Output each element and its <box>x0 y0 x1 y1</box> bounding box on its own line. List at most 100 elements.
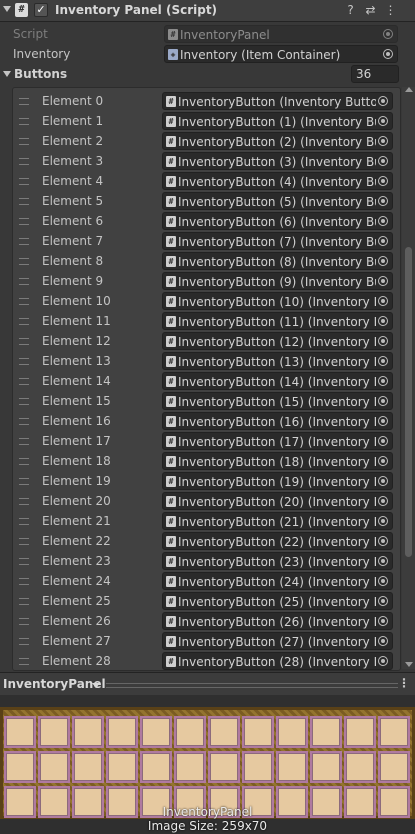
array-element-row[interactable]: Element 3 # InventoryButton (3) (Inventory… <box>13 151 400 171</box>
array-element-row[interactable]: Element 4 # InventoryButton (4) (Inventory… <box>13 171 400 191</box>
element-object-field[interactable]: #InventoryButton (18) (Inventory Button) <box>162 452 393 470</box>
array-element-row[interactable]: Element 10 # InventoryButton (10) (Invento… <box>13 291 400 311</box>
array-element-row[interactable]: Element 26 # InventoryButton (26) (Invento… <box>13 611 400 631</box>
array-element-row[interactable]: Element 15 # InventoryButton (15) (Invento… <box>13 391 400 411</box>
element-object-field[interactable]: #InventoryButton (27) (Inventory Button) <box>162 632 393 650</box>
drag-handle-icon[interactable] <box>19 578 29 585</box>
element-object-field[interactable]: #InventoryButton (21) (Inventory Button) <box>162 512 393 530</box>
array-element-row[interactable]: Element 23 # InventoryButton (23) (Invento… <box>13 551 400 571</box>
element-object-field[interactable]: #InventoryButton (3) (Inventory Button) <box>162 152 393 170</box>
drag-handle-icon[interactable] <box>19 458 29 465</box>
object-picker-icon[interactable] <box>378 416 388 426</box>
drag-handle-icon[interactable] <box>19 158 29 165</box>
element-object-field[interactable]: #InventoryButton (1) (Inventory Button) <box>162 112 393 130</box>
drag-handle-icon[interactable] <box>19 218 29 225</box>
element-object-field[interactable]: #InventoryButton (14) (Inventory Button) <box>162 372 393 390</box>
scroll-down-icon[interactable] <box>405 662 413 667</box>
element-object-field[interactable]: #InventoryButton (7) (Inventory Button) <box>162 232 393 250</box>
array-element-row[interactable]: Element 19 # InventoryButton (19) (Invento… <box>13 471 400 491</box>
array-element-row[interactable]: Element 21 # InventoryButton (21) (Invento… <box>13 511 400 531</box>
drag-handle-icon[interactable] <box>19 438 29 445</box>
array-size-field[interactable]: 36 <box>351 65 399 83</box>
vertical-scrollbar[interactable] <box>402 87 415 669</box>
drag-handle-icon[interactable] <box>19 478 29 485</box>
object-picker-icon[interactable] <box>378 436 388 446</box>
buttons-array-header[interactable]: Buttons 36 <box>0 64 415 84</box>
drag-handle-icon[interactable] <box>19 618 29 625</box>
element-object-field[interactable]: #InventoryButton (16) (Inventory Button) <box>162 412 393 430</box>
dropdown-arrow-icon[interactable] <box>92 683 100 688</box>
object-picker-icon[interactable] <box>378 556 388 566</box>
scroll-thumb[interactable] <box>405 247 412 557</box>
resize-handle[interactable] <box>106 683 398 688</box>
array-element-row[interactable]: Element 17 # InventoryButton (17) (Invento… <box>13 431 400 451</box>
drag-handle-icon[interactable] <box>19 278 29 285</box>
object-picker-icon[interactable] <box>383 49 393 59</box>
array-element-row[interactable]: Element 9 # InventoryButton (9) (Inventory… <box>13 271 400 291</box>
array-element-row[interactable]: Element 13 # InventoryButton (13) (Invento… <box>13 351 400 371</box>
object-picker-icon[interactable] <box>378 296 388 306</box>
array-element-row[interactable]: Element 0 # InventoryButton (Inventory But… <box>13 91 400 111</box>
drag-handle-icon[interactable] <box>19 358 29 365</box>
drag-handle-icon[interactable] <box>19 418 29 425</box>
object-picker-icon[interactable] <box>378 636 388 646</box>
array-element-row[interactable]: Element 22 # InventoryButton (22) (Invento… <box>13 531 400 551</box>
object-picker-icon[interactable] <box>378 616 388 626</box>
drag-handle-icon[interactable] <box>19 538 29 545</box>
drag-handle-icon[interactable] <box>19 98 29 105</box>
element-object-field[interactable]: #InventoryButton (2) (Inventory Button) <box>162 132 393 150</box>
drag-handle-icon[interactable] <box>19 238 29 245</box>
object-picker-icon[interactable] <box>378 176 388 186</box>
drag-handle-icon[interactable] <box>19 598 29 605</box>
drag-handle-icon[interactable] <box>19 258 29 265</box>
element-object-field[interactable]: #InventoryButton (20) (Inventory Button) <box>162 492 393 510</box>
array-element-row[interactable]: Element 1 # InventoryButton (1) (Inventory… <box>13 111 400 131</box>
element-object-field[interactable]: #InventoryButton (15) (Inventory Button) <box>162 392 393 410</box>
object-picker-icon[interactable] <box>378 156 388 166</box>
array-element-row[interactable]: Element 5 # InventoryButton (5) (Inventory… <box>13 191 400 211</box>
element-object-field[interactable]: #InventoryButton (26) (Inventory Button) <box>162 612 393 630</box>
element-object-field[interactable]: #InventoryButton (6) (Inventory Button) <box>162 212 393 230</box>
array-element-row[interactable]: Element 27 # InventoryButton (27) (Invento… <box>13 631 400 651</box>
element-object-field[interactable]: #InventoryButton (12) (Inventory Button) <box>162 332 393 350</box>
drag-handle-icon[interactable] <box>19 198 29 205</box>
array-element-row[interactable]: Element 14 # InventoryButton (14) (Invento… <box>13 371 400 391</box>
object-picker-icon[interactable] <box>378 256 388 266</box>
object-picker-icon[interactable] <box>378 656 388 666</box>
object-picker-icon[interactable] <box>378 316 388 326</box>
object-picker-icon[interactable] <box>378 356 388 366</box>
preview-dropdown[interactable]: InventoryPanel <box>3 677 106 691</box>
object-picker-icon[interactable] <box>378 196 388 206</box>
array-element-row[interactable]: Element 20 # InventoryButton (20) (Invento… <box>13 491 400 511</box>
object-picker-icon[interactable] <box>378 116 388 126</box>
object-picker-icon[interactable] <box>378 236 388 246</box>
drag-handle-icon[interactable] <box>19 398 29 405</box>
element-object-field[interactable]: #InventoryButton (10) (Inventory Button) <box>162 292 393 310</box>
drag-handle-icon[interactable] <box>19 658 29 665</box>
enabled-checkbox[interactable]: ✓ <box>34 3 48 17</box>
element-object-field[interactable]: # InventoryButton (Inventory Button) <box>162 92 393 110</box>
array-element-row[interactable]: Element 18 # InventoryButton (18) (Invento… <box>13 451 400 471</box>
drag-handle-icon[interactable] <box>19 178 29 185</box>
drag-handle-icon[interactable] <box>19 138 29 145</box>
object-picker-icon[interactable] <box>378 516 388 526</box>
foldout-arrow-icon[interactable] <box>3 6 11 12</box>
element-object-field[interactable]: #InventoryButton (23) (Inventory Button) <box>162 552 393 570</box>
drag-handle-icon[interactable] <box>19 338 29 345</box>
element-object-field[interactable]: #InventoryButton (17) (Inventory Button) <box>162 432 393 450</box>
drag-handle-icon[interactable] <box>19 118 29 125</box>
object-picker-icon[interactable] <box>378 276 388 286</box>
array-element-row[interactable]: Element 12 # InventoryButton (12) (Invento… <box>13 331 400 351</box>
drag-handle-icon[interactable] <box>19 298 29 305</box>
foldout-arrow-icon[interactable] <box>3 71 11 77</box>
object-picker-icon[interactable] <box>378 136 388 146</box>
help-icon[interactable]: ? <box>343 3 358 18</box>
object-picker-icon[interactable] <box>378 496 388 506</box>
element-object-field[interactable]: #InventoryButton (11) (Inventory Button) <box>162 312 393 330</box>
element-object-field[interactable]: #InventoryButton (13) (Inventory Button) <box>162 352 393 370</box>
element-object-field[interactable]: #InventoryButton (19) (Inventory Button) <box>162 472 393 490</box>
drag-handle-icon[interactable] <box>19 558 29 565</box>
object-picker-icon[interactable] <box>378 596 388 606</box>
array-element-row[interactable]: Element 8 # InventoryButton (8) (Inventory… <box>13 251 400 271</box>
element-object-field[interactable]: #InventoryButton (9) (Inventory Button) <box>162 272 393 290</box>
